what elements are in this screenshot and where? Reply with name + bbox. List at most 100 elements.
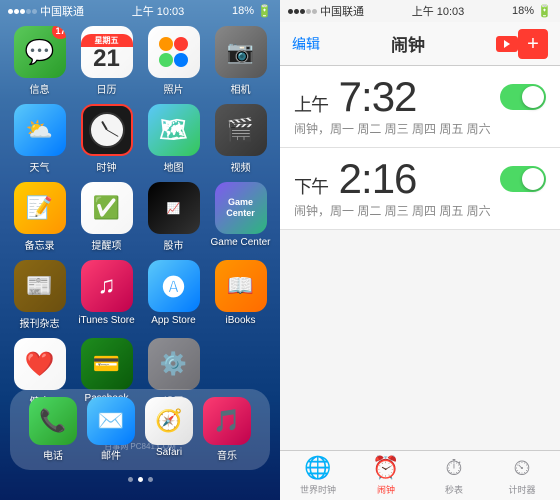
- edit-button[interactable]: 编辑: [292, 34, 320, 54]
- alarm-period-1: 上午: [294, 95, 328, 115]
- page-dot-2: [138, 477, 143, 482]
- phone-icon: 📞: [29, 397, 77, 445]
- battery-icon-right: 🔋: [537, 4, 552, 18]
- time-right: 上午 10:03: [412, 3, 465, 19]
- alarm-item-2[interactable]: 下午 2:16 闹钟，周一 周二 周三 周四 周五 周六: [280, 148, 560, 230]
- battery-info-right: 18% 🔋: [512, 4, 552, 18]
- music-icon: 🎵: [203, 397, 251, 445]
- stocks-label: 股市: [164, 237, 184, 252]
- app-notes[interactable]: 📝 备忘录: [8, 182, 71, 252]
- videos-label: 视频: [231, 159, 251, 174]
- app-videos[interactable]: 🎬 视频: [209, 104, 272, 174]
- app-gamecenter[interactable]: GameCenter Game Center: [209, 182, 272, 252]
- signal-icon: [8, 9, 37, 14]
- app-clock[interactable]: 时钟: [75, 104, 138, 174]
- alarm-top-1: 上午 7:32: [294, 76, 546, 118]
- alarm-tab-label: 闹钟: [377, 483, 395, 496]
- gamecenter-label: Game Center: [210, 237, 270, 248]
- dock-mail[interactable]: ✉️ 邮件: [87, 397, 135, 462]
- alarm-hour-min-2: 2:16: [339, 155, 417, 202]
- maps-icon: 🗺: [148, 104, 200, 156]
- notes-label: 备忘录: [25, 237, 55, 252]
- app-camera[interactable]: 📷 相机: [209, 26, 272, 96]
- minute-hand: [106, 130, 118, 137]
- app-photos[interactable]: 照片: [142, 26, 205, 96]
- weather-icon: ⛅: [14, 104, 66, 156]
- dock-safari[interactable]: 🧭 Safari: [145, 397, 193, 462]
- notes-icon: 📝: [14, 182, 66, 234]
- newsstand-icon: 📰: [14, 260, 66, 312]
- tab-timer[interactable]: ⏲ 计时器: [488, 455, 556, 496]
- calendar-icon: 星期五 21: [81, 26, 133, 78]
- dock: 📞 电话 ✉️ 邮件 🧭 Safari 🎵 音乐: [10, 389, 270, 470]
- world-clock-label: 世界时钟: [300, 483, 336, 496]
- safari-label: Safari: [156, 447, 182, 458]
- page-dot-3: [148, 477, 153, 482]
- app-grid: 💬 17 信息 星期五 21 日历: [0, 22, 280, 412]
- plus-icon: +: [527, 34, 539, 54]
- safari-icon: 🧭: [145, 397, 193, 445]
- alarm-time-2: 下午 2:16: [294, 158, 416, 200]
- page-dot-1: [128, 477, 133, 482]
- arrow-add-indicator: +: [496, 29, 548, 59]
- app-reminders[interactable]: ✅ 提醒项: [75, 182, 138, 252]
- tab-stopwatch[interactable]: ⏱ 秒表: [420, 455, 488, 496]
- add-alarm-button[interactable]: +: [518, 29, 548, 59]
- alarm-time-display-2: 下午 2:16: [294, 155, 416, 202]
- clock-face: [89, 112, 125, 148]
- battery-pct: 18%: [232, 5, 254, 17]
- ibooks-icon: 📖: [215, 260, 267, 312]
- timer-icon: ⏲: [513, 455, 530, 481]
- carrier-info: 中国联通: [8, 3, 84, 19]
- photos-petals: [159, 37, 189, 67]
- status-bar-right: 中国联通 上午 10:03 18% 🔋: [280, 0, 560, 22]
- world-clock-icon: 🌐: [304, 455, 331, 481]
- carrier-name-right: 中国联通: [320, 3, 364, 19]
- itunes-label: iTunes Store: [78, 315, 134, 326]
- home-screen: 中国联通 上午 10:03 18% 🔋 💬 17 信息 星期五 21 日历: [0, 0, 280, 500]
- reminders-label: 提醒项: [92, 237, 122, 252]
- status-bar-left: 中国联通 上午 10:03 18% 🔋: [0, 0, 280, 22]
- carrier-info-right: 中国联通: [288, 3, 364, 19]
- page-dots: [0, 477, 280, 482]
- app-stocks[interactable]: 📈 股市: [142, 182, 205, 252]
- app-ibooks[interactable]: 📖 iBooks: [209, 260, 272, 330]
- alarm-hour-min-1: 7:32: [339, 73, 417, 120]
- battery-icon: 🔋: [257, 4, 272, 18]
- itunes-icon: ♫: [81, 260, 133, 312]
- alarm-time-display-1: 上午 7:32: [294, 73, 416, 120]
- app-calendar[interactable]: 星期五 21 日历: [75, 26, 138, 96]
- calendar-inner: 星期五 21: [81, 26, 133, 78]
- appstore-icon: 🅐: [148, 260, 200, 312]
- app-appstore[interactable]: 🅐 App Store: [142, 260, 205, 330]
- tab-world-clock[interactable]: 🌐 世界时钟: [284, 455, 352, 496]
- alarm-item-1[interactable]: 上午 7:32 闹钟，周一 周二 周三 周四 周五 周六: [280, 66, 560, 148]
- alarm-toggle-1[interactable]: [500, 84, 546, 110]
- alarm-toggle-2[interactable]: [500, 166, 546, 192]
- tab-bar: 🌐 世界时钟 ⏰ 闹钟 ⏱ 秒表 ⏲ 计时器: [280, 450, 560, 500]
- app-maps[interactable]: 🗺 地图: [142, 104, 205, 174]
- signal-icon-right: [288, 9, 317, 14]
- tab-alarm[interactable]: ⏰ 闹钟: [352, 455, 420, 496]
- toggle-knob-1: [522, 86, 544, 108]
- weather-label: 天气: [30, 159, 50, 174]
- page-title: 闹钟: [391, 31, 425, 56]
- app-itunes[interactable]: ♫ iTunes Store: [75, 260, 138, 330]
- alarm-top-2: 下午 2:16: [294, 158, 546, 200]
- clock-label: 时钟: [97, 159, 117, 174]
- app-newsstand[interactable]: 📰 报刊杂志: [8, 260, 71, 330]
- photos-label: 照片: [164, 81, 184, 96]
- music-label: 音乐: [217, 447, 237, 462]
- mail-label: 邮件: [101, 447, 121, 462]
- alarm-period-2: 下午: [294, 177, 328, 197]
- alarm-time-1: 上午 7:32: [294, 76, 416, 118]
- toggle-knob-2: [522, 168, 544, 190]
- mail-icon: ✉️: [87, 397, 135, 445]
- stocks-icon: 📈: [148, 182, 200, 234]
- app-weather[interactable]: ⛅ 天气: [8, 104, 71, 174]
- dock-music[interactable]: 🎵 音乐: [203, 397, 251, 462]
- reminders-icon: ✅: [81, 182, 133, 234]
- arrow-box: [496, 36, 518, 52]
- app-messages[interactable]: 💬 17 信息: [8, 26, 71, 96]
- dock-phone[interactable]: 📞 电话: [29, 397, 77, 462]
